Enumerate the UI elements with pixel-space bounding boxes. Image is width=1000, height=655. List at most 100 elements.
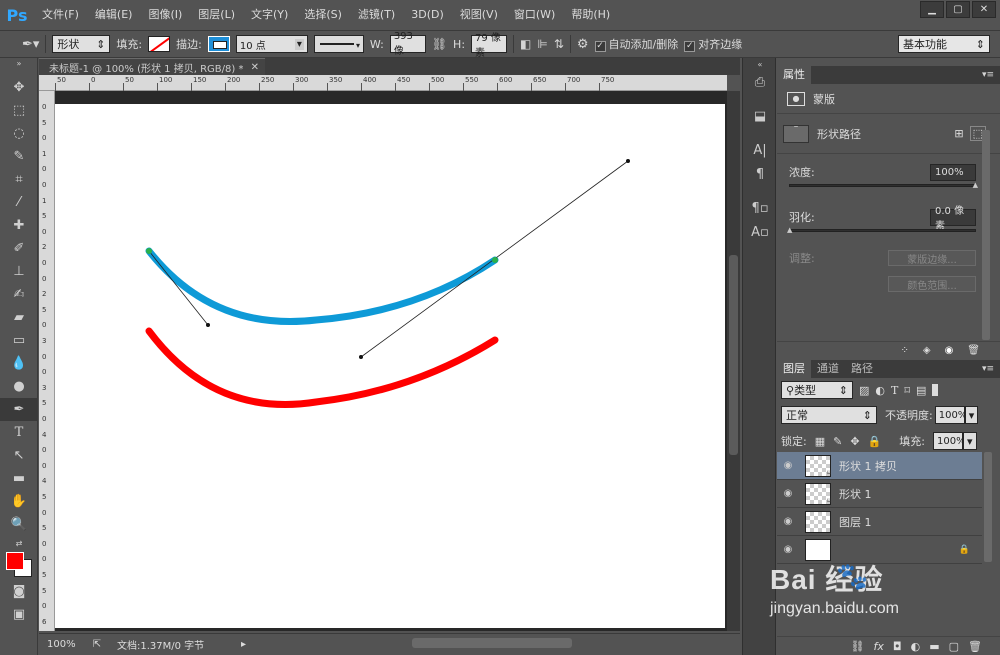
stroke-size-field[interactable]: 10 点 ▾	[235, 35, 308, 53]
layer-item-shape-1-copy[interactable]: ◉ ⌑ 形状 1 拷贝	[777, 452, 982, 480]
color-swatches[interactable]	[0, 550, 38, 580]
slider-thumb-icon[interactable]: ▲	[973, 181, 978, 189]
handle-point[interactable]	[626, 159, 630, 163]
eye-icon[interactable]: ◉	[777, 516, 799, 527]
brush-tool-icon[interactable]: ✐	[0, 237, 38, 260]
menu-layer[interactable]: 图层(L)	[190, 0, 243, 30]
link-icon[interactable]: ⛓	[432, 37, 447, 51]
menu-type[interactable]: 文字(Y)	[243, 0, 296, 30]
feather-field[interactable]: 0.0 像素	[930, 206, 976, 232]
healing-tool-icon[interactable]: ✚	[0, 214, 38, 237]
panel-menu-icon[interactable]: ▾≡	[982, 364, 1000, 374]
lock-all-icon[interactable]: 🔒	[868, 435, 882, 448]
paragraph-styles-icon[interactable]: ¶▫	[743, 196, 777, 220]
filter-pixel-icon[interactable]: ▨	[859, 384, 869, 397]
menu-3d[interactable]: 3D(D)	[403, 0, 452, 30]
mode-dropdown[interactable]: 形状 ⇕	[52, 35, 111, 53]
paragraph-panel-icon[interactable]: ¶	[743, 162, 777, 186]
trash-icon[interactable]: 🗑	[968, 640, 982, 653]
maximize-button[interactable]: ▢	[946, 1, 970, 18]
lock-pixels-icon[interactable]: ✎	[833, 435, 842, 448]
add-mask-icon[interactable]: ⊞	[954, 127, 963, 140]
fill-field[interactable]: 100%	[932, 432, 966, 450]
fx-icon[interactable]: fx	[874, 640, 884, 653]
stroke-type-dropdown[interactable]: ▾	[313, 35, 364, 53]
tab-properties[interactable]: 属性	[777, 66, 811, 84]
document-canvas[interactable]	[55, 104, 725, 628]
filter-toggle-icon[interactable]	[932, 384, 939, 396]
density-slider-track[interactable]: ▲	[789, 181, 978, 189]
collapse-icon[interactable]: »	[0, 58, 38, 68]
new-layer-icon[interactable]: ▢	[949, 640, 959, 653]
layer-name[interactable]: 形状 1 拷贝	[839, 458, 897, 474]
stamp-tool-icon[interactable]: ⊥	[0, 260, 38, 283]
minimize-button[interactable]: ▁	[920, 1, 944, 18]
layer-item-background[interactable]: ◉ 🔒	[777, 536, 982, 564]
document-tab[interactable]: 未标题-1 @ 100% (形状 1 拷贝, RGB/8) * ✕	[39, 58, 265, 75]
gradient-tool-icon[interactable]: ▭	[0, 329, 38, 352]
eraser-tool-icon[interactable]: ▰	[0, 306, 38, 329]
anchor-point[interactable]	[146, 248, 152, 254]
eye-icon[interactable]: ◉	[777, 488, 799, 499]
stroke-swatch[interactable]	[207, 36, 230, 52]
adjustment-layer-icon[interactable]: ◐	[911, 640, 921, 653]
tab-layers[interactable]: 图层	[777, 360, 811, 378]
mask-edge-button[interactable]: 蒙版边缘...	[888, 250, 976, 266]
layer-name[interactable]: 形状 1	[839, 486, 872, 502]
path-operations-icon[interactable]: ◧	[520, 37, 531, 51]
link-layers-icon[interactable]: ⛓	[851, 640, 865, 653]
handle-point[interactable]	[359, 355, 363, 359]
eye-icon[interactable]: ◉	[777, 544, 799, 555]
properties-panel-icon[interactable]: ⬓	[743, 104, 777, 128]
fill-swatch[interactable]	[148, 36, 171, 52]
menu-file[interactable]: 文件(F)	[34, 0, 87, 30]
menu-image[interactable]: 图像(I)	[140, 0, 190, 30]
layer-item-layer-1[interactable]: ◉ 图层 1	[777, 508, 982, 536]
vertical-scroll-thumb[interactable]	[729, 255, 738, 455]
blend-mode-dropdown[interactable]: 正常 ⇕	[781, 406, 877, 424]
zoom-level[interactable]: 100%	[39, 639, 77, 650]
quick-select-tool-icon[interactable]: ✎	[0, 145, 38, 168]
width-field[interactable]: 393 像	[389, 31, 426, 57]
chevron-down-icon[interactable]: ▾	[964, 406, 979, 424]
density-field[interactable]: 100%	[930, 163, 976, 181]
tab-paths[interactable]: 路径	[845, 360, 879, 378]
path-arrangement-icon[interactable]: ⇅	[554, 37, 564, 51]
close-tab-icon[interactable]: ✕	[251, 62, 259, 73]
add-mask-icon[interactable]: ◘	[893, 640, 902, 653]
menu-help[interactable]: 帮助(H)	[563, 0, 618, 30]
foreground-color-swatch[interactable]	[6, 552, 24, 570]
hand-tool-icon[interactable]: ✋	[0, 490, 38, 513]
slider-thumb-icon[interactable]: ▲	[787, 226, 792, 234]
menu-window[interactable]: 窗口(W)	[506, 0, 563, 30]
pen-tool-preset-icon[interactable]: ✒▾	[22, 37, 39, 52]
filter-shape-icon[interactable]: ⌑	[904, 384, 910, 397]
filter-type-icon[interactable]: T	[891, 384, 898, 397]
feather-slider-track[interactable]: ▲	[787, 226, 976, 234]
auto-add-delete-checkbox[interactable]: ✓ 自动添加/删除	[594, 36, 678, 52]
pen-tool-icon[interactable]: ✒	[0, 398, 38, 421]
blur-tool-icon[interactable]: 💧	[0, 352, 38, 375]
lock-position-icon[interactable]: ✥	[850, 435, 859, 448]
filter-adjustment-icon[interactable]: ◐	[875, 384, 885, 397]
marquee-tool-icon[interactable]: ⬚	[0, 99, 38, 122]
menu-edit[interactable]: 编辑(E)	[87, 0, 141, 30]
panel-menu-icon[interactable]: ▾≡	[982, 70, 1000, 80]
character-panel-icon[interactable]: A|	[743, 138, 777, 162]
eyedropper-tool-icon[interactable]: ⁄	[0, 191, 38, 214]
gear-icon[interactable]: ⚙	[577, 37, 589, 52]
chevron-right-icon[interactable]: ▸	[241, 639, 246, 650]
menu-select[interactable]: 选择(S)	[296, 0, 350, 30]
character-styles-icon[interactable]: A▫	[743, 220, 777, 244]
workspace-dropdown[interactable]: 基本功能 ⇕	[898, 35, 990, 53]
eye-icon[interactable]: ◉	[945, 345, 954, 356]
chevron-down-icon[interactable]: ▾	[962, 432, 977, 450]
opacity-field[interactable]: 100%	[934, 406, 967, 424]
trash-icon[interactable]: 🗑	[967, 345, 980, 356]
menu-filter[interactable]: 滤镜(T)	[350, 0, 403, 30]
density-slider[interactable]: ▲	[777, 181, 1000, 189]
horizontal-scroll-thumb[interactable]	[412, 638, 572, 648]
load-selection-icon[interactable]: ⁘	[900, 345, 908, 356]
crop-tool-icon[interactable]: ⌗	[0, 168, 38, 191]
layer-name[interactable]: 图层 1	[839, 514, 872, 530]
